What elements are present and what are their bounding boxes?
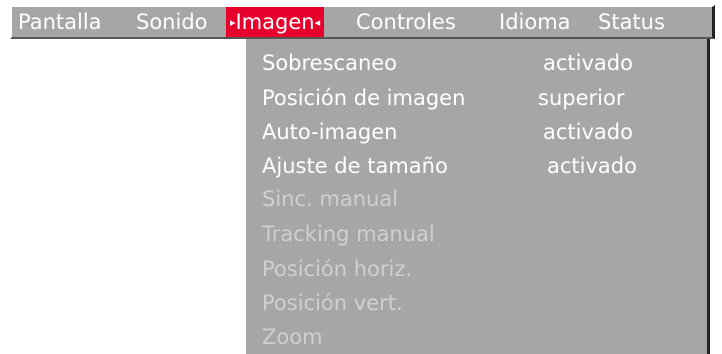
menu-sonido[interactable]: Sonido <box>136 7 208 37</box>
menu-row-posicion-vert: Posición vert. <box>262 291 403 315</box>
menu-row-label: Ajuste de tamaño <box>262 154 448 178</box>
menu-row-sinc-manual: Sinc. manual <box>262 187 398 211</box>
menu-bar: Pantalla Sonido ▸Imagen◂ Controles Idiom… <box>10 5 715 39</box>
menu-imagen[interactable]: ▸Imagen◂ <box>226 7 325 37</box>
menu-row-tracking-manual: Tracking manual <box>262 222 435 246</box>
imagen-dropdown: Sobrescaneo activado Posición de imagen … <box>244 39 710 354</box>
ajuste-tamano-value[interactable]: activado <box>547 154 637 178</box>
menu-row-posicion-horiz: Posición horiz. <box>262 257 412 281</box>
menu-row-posicion-imagen[interactable]: Posición de imagen <box>262 86 465 110</box>
menu-imagen-label: Imagen <box>235 10 315 34</box>
menu-row-zoom: Zoom <box>262 325 323 349</box>
menu-row-label: Auto-imagen <box>262 120 398 144</box>
menu-idioma[interactable]: Idioma <box>499 7 571 37</box>
menu-row-label: Sinc. manual <box>262 187 399 211</box>
menu-row-sobrescaneo[interactable]: Sobrescaneo <box>262 51 397 75</box>
arrow-left-icon: ◂ <box>314 16 321 29</box>
menu-row-auto-imagen[interactable]: Auto-imagen <box>262 120 397 144</box>
menu-row-label: Posición de imagen <box>262 86 466 110</box>
sobrescaneo-value[interactable]: activado <box>543 51 633 75</box>
menu-row-label: Zoom <box>262 325 323 349</box>
menu-controles[interactable]: Controles <box>356 7 456 37</box>
auto-imagen-value[interactable]: activado <box>543 120 633 144</box>
menu-status[interactable]: Status <box>598 7 665 37</box>
menu-row-label: Posición horiz. <box>262 257 413 281</box>
menu-row-ajuste-tamano[interactable]: Ajuste de tamaño <box>262 154 448 178</box>
posicion-imagen-value[interactable]: superior <box>538 86 624 110</box>
menu-row-label: Sobrescaneo <box>262 51 398 75</box>
menu-row-label: Posición vert. <box>262 291 403 315</box>
menu-row-label: Tracking manual <box>262 222 435 246</box>
menu-pantalla[interactable]: Pantalla <box>18 7 102 37</box>
